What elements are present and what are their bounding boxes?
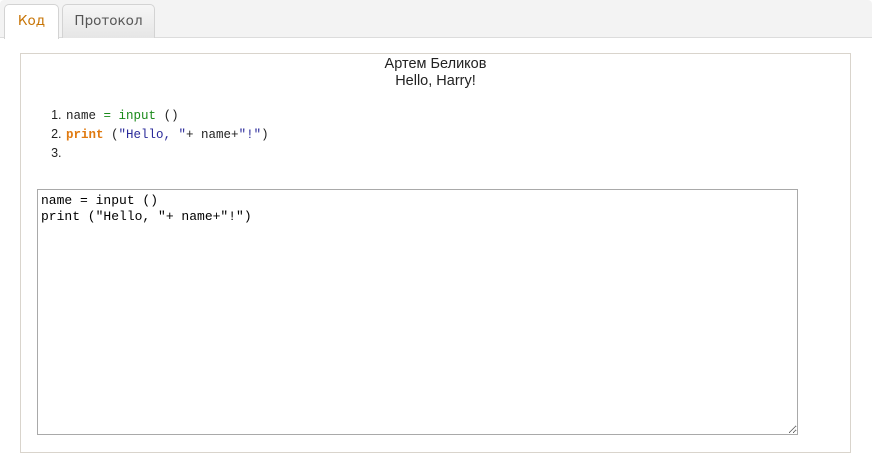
code-editor[interactable]: name = input () print ("Hello, "+ name+"… — [37, 189, 798, 435]
code-line — [65, 144, 269, 163]
code-line: name = input () — [65, 106, 269, 125]
code-line: print ("Hello, "+ name+"!") — [65, 125, 269, 144]
program-output: Hello, Harry! — [395, 73, 476, 89]
tab-bar: Код Протокол — [0, 0, 872, 39]
code-line-1: name = input () — [66, 109, 179, 123]
code-line-2: print ("Hello, "+ name+"!") — [66, 128, 269, 142]
code-panel: Артем Беликов Hello, Harry! name = input… — [20, 53, 851, 453]
tab-protocol[interactable]: Протокол — [62, 4, 155, 38]
author-name: Артем Беликов — [384, 56, 487, 72]
code-listing: name = input () print ("Hello, "+ name+"… — [41, 106, 269, 163]
tab-code[interactable]: Код — [4, 4, 59, 39]
